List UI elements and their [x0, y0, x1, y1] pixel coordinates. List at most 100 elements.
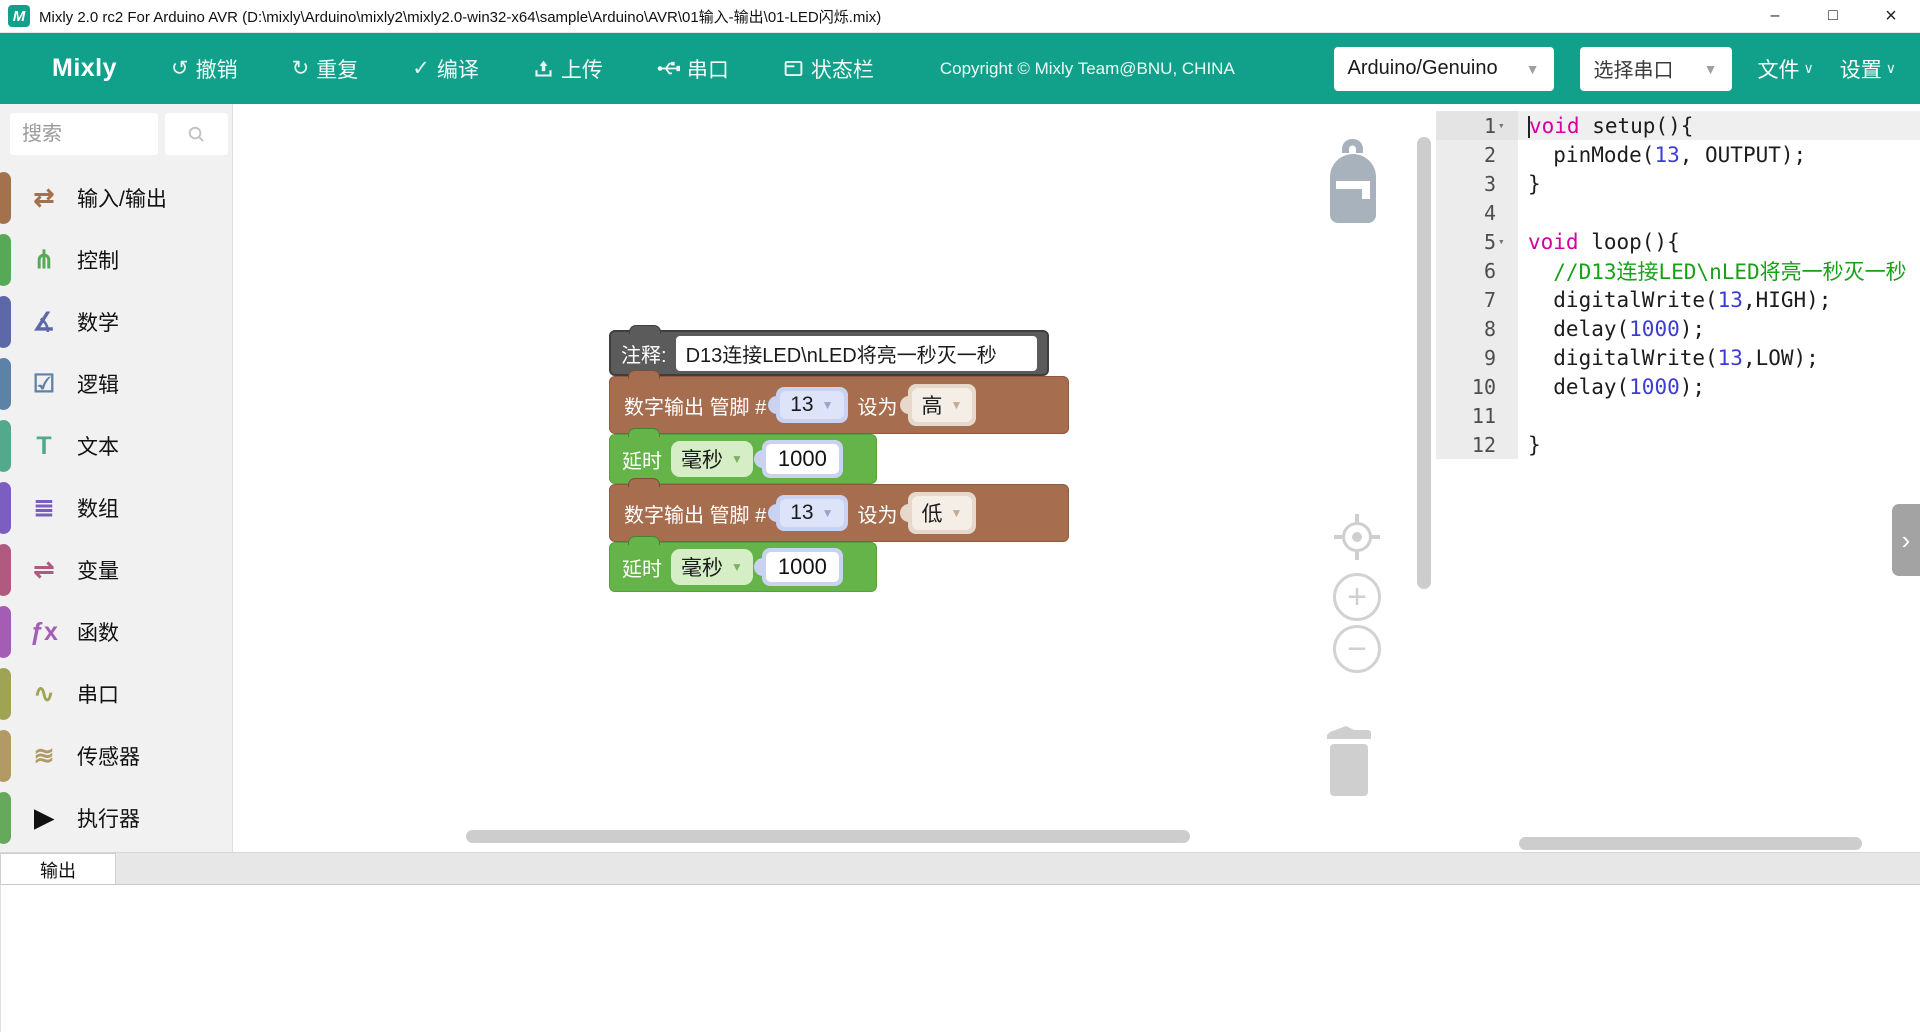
- title-bar: M Mixly 2.0 rc2 For Arduino AVR (D:\mixl…: [0, 0, 1920, 33]
- block-category-sidebar: ⇄ 输入/输出 ⋔ 控制 ∡ 数学 ☑ 逻辑 T 文本 ≣ 数组 ⇌ 变量 ƒx…: [0, 104, 233, 852]
- sidebar-item-variable[interactable]: ⇌ 变量: [0, 539, 232, 601]
- sidebar-item-text[interactable]: T 文本: [0, 415, 232, 477]
- level-dropdown[interactable]: 低▼: [908, 492, 977, 534]
- sidebar-item-array[interactable]: ≣ 数组: [0, 477, 232, 539]
- brand-mixly: Mixly: [52, 54, 117, 83]
- tab-output[interactable]: 输出: [0, 853, 116, 885]
- block-delay-1[interactable]: 延时 毫秒▼ 1000: [609, 434, 877, 484]
- delay-value-field[interactable]: 1000: [762, 548, 843, 586]
- code-text[interactable]: digitalWrite(13,LOW);: [1518, 346, 1819, 370]
- undo-button[interactable]: ↺ 撤销: [171, 54, 238, 84]
- bottom-tab-row: 输出: [0, 852, 1920, 884]
- maximize-button[interactable]: □: [1804, 0, 1862, 32]
- workspace: ⇄ 输入/输出 ⋔ 控制 ∡ 数学 ☑ 逻辑 T 文本 ≣ 数组 ⇌ 变量 ƒx…: [0, 104, 1920, 852]
- settings-menu[interactable]: 设置 ∨: [1840, 54, 1896, 84]
- code-line-3: 3▾}: [1436, 169, 1920, 198]
- sidebar-item-label: 输入/输出: [77, 183, 167, 213]
- code-text[interactable]: void loop(){: [1518, 230, 1680, 254]
- compile-button[interactable]: ✓ 编译: [412, 54, 479, 84]
- logic-icon: ☑: [27, 369, 61, 399]
- sidebar-item-serial[interactable]: ∿ 串口: [0, 663, 232, 725]
- sidebar-item-label: 数组: [77, 493, 119, 523]
- zoom-out-button[interactable]: −: [1333, 625, 1381, 673]
- category-color-bar: [0, 234, 11, 286]
- sidebar-item-label: 变量: [77, 555, 119, 585]
- upload-button[interactable]: 上传: [533, 54, 603, 84]
- level-dropdown[interactable]: 高▼: [908, 384, 977, 426]
- sidebar-item-label: 传感器: [77, 741, 140, 771]
- trash-icon[interactable]: [1316, 722, 1382, 798]
- board-select[interactable]: Arduino/Genuino ▼: [1334, 47, 1554, 91]
- backpack-icon[interactable]: [1322, 137, 1384, 229]
- delay-value-field[interactable]: 1000: [762, 440, 843, 478]
- line-number: 4▾: [1436, 198, 1518, 227]
- block-digital-write-2[interactable]: 数字输出 管脚 # 13▼ 设为 低▼: [609, 484, 1069, 542]
- line-number: 5▾: [1436, 227, 1518, 256]
- delay-unit-dropdown[interactable]: 毫秒▼: [671, 549, 753, 585]
- sidebar-item-label: 文本: [77, 431, 119, 461]
- control-icon: ⋔: [27, 245, 61, 275]
- code-line-1: 1▾void setup(){: [1436, 111, 1920, 140]
- redo-button[interactable]: ↻ 重复: [292, 54, 359, 84]
- code-line-4: 4▾: [1436, 198, 1920, 227]
- code-text[interactable]: delay(1000);: [1518, 375, 1705, 399]
- pin-dropdown[interactable]: 13▼: [776, 387, 847, 423]
- serial-monitor-button[interactable]: 串口: [657, 54, 729, 84]
- sidebar-item-actuator[interactable]: ▶ 执行器: [0, 787, 232, 849]
- code-text[interactable]: pinMode(13, OUTPUT);: [1518, 143, 1806, 167]
- port-select[interactable]: 选择串口 ▼: [1580, 47, 1732, 91]
- chevron-down-icon: ▼: [1704, 61, 1718, 77]
- category-color-bar: [0, 730, 11, 782]
- block-delay-2[interactable]: 延时 毫秒▼ 1000: [609, 542, 877, 592]
- sidebar-item-function[interactable]: ƒx 函数: [0, 601, 232, 663]
- blockly-canvas[interactable]: 注释: D13连接LED\nLED将亮一秒灭一秒 数字输出 管脚 # 13▼ 设…: [233, 104, 1436, 852]
- code-text[interactable]: }: [1518, 433, 1541, 457]
- code-text[interactable]: //D13连接LED\nLED将亮一秒灭一秒: [1518, 256, 1907, 286]
- canvas-vertical-scrollbar[interactable]: [1417, 137, 1431, 589]
- fold-icon[interactable]: ▾: [1498, 235, 1510, 248]
- code-line-2: 2▾ pinMode(13, OUTPUT);: [1436, 140, 1920, 169]
- actuator-icon: ▶: [27, 803, 61, 833]
- fold-icon[interactable]: ▾: [1498, 119, 1510, 132]
- code-line-10: 10▾ delay(1000);: [1436, 372, 1920, 401]
- zoom-reset-button[interactable]: [1334, 514, 1380, 560]
- line-number: 2▾: [1436, 140, 1518, 169]
- line-number: 10▾: [1436, 372, 1518, 401]
- comment-text-field[interactable]: D13连接LED\nLED将亮一秒灭一秒: [676, 336, 1037, 371]
- line-number: 8▾: [1436, 314, 1518, 343]
- code-text[interactable]: }: [1518, 172, 1541, 196]
- line-number: 12▾: [1436, 430, 1518, 459]
- delay-unit-dropdown[interactable]: 毫秒▼: [671, 441, 753, 477]
- panel-expander-button[interactable]: ›: [1892, 504, 1920, 576]
- sidebar-item-io[interactable]: ⇄ 输入/输出: [0, 167, 232, 229]
- pin-dropdown[interactable]: 13▼: [776, 495, 847, 531]
- sidebar-item-label: 逻辑: [77, 369, 119, 399]
- mixly-window: M Mixly 2.0 rc2 For Arduino AVR (D:\mixl…: [0, 0, 1920, 1032]
- file-menu[interactable]: 文件 ∨: [1758, 54, 1814, 84]
- code-text[interactable]: delay(1000);: [1518, 317, 1705, 341]
- search-button[interactable]: [165, 113, 228, 155]
- statusbar-toggle-button[interactable]: 状态栏: [783, 54, 874, 84]
- sidebar-item-math[interactable]: ∡ 数学: [0, 291, 232, 353]
- minimize-button[interactable]: –: [1746, 0, 1804, 32]
- sidebar-item-control[interactable]: ⋔ 控制: [0, 229, 232, 291]
- line-number: 6▾: [1436, 256, 1518, 285]
- search-input[interactable]: [10, 113, 158, 155]
- chevron-down-icon: ▼: [951, 506, 963, 520]
- line-number: 1▾: [1436, 111, 1518, 140]
- sidebar-item-sensor[interactable]: ≋ 传感器: [0, 725, 232, 787]
- block-comment[interactable]: 注释: D13连接LED\nLED将亮一秒灭一秒: [609, 330, 1049, 376]
- close-button[interactable]: ×: [1862, 0, 1920, 32]
- block-digital-write-1[interactable]: 数字输出 管脚 # 13▼ 设为 高▼: [609, 376, 1069, 434]
- code-line-5: 5▾void loop(){: [1436, 227, 1920, 256]
- chevron-down-icon: ▼: [951, 398, 963, 412]
- code-text[interactable]: void setup(){: [1518, 114, 1693, 138]
- statusbar-icon: [783, 58, 804, 79]
- sidebar-item-logic[interactable]: ☑ 逻辑: [0, 353, 232, 415]
- line-number: 9▾: [1436, 343, 1518, 372]
- code-horizontal-scrollbar[interactable]: [1519, 837, 1862, 850]
- zoom-in-button[interactable]: +: [1333, 573, 1381, 621]
- code-text[interactable]: digitalWrite(13,HIGH);: [1518, 288, 1831, 312]
- mixly-logo-icon: M: [8, 5, 30, 27]
- canvas-horizontal-scrollbar[interactable]: [466, 830, 1190, 843]
